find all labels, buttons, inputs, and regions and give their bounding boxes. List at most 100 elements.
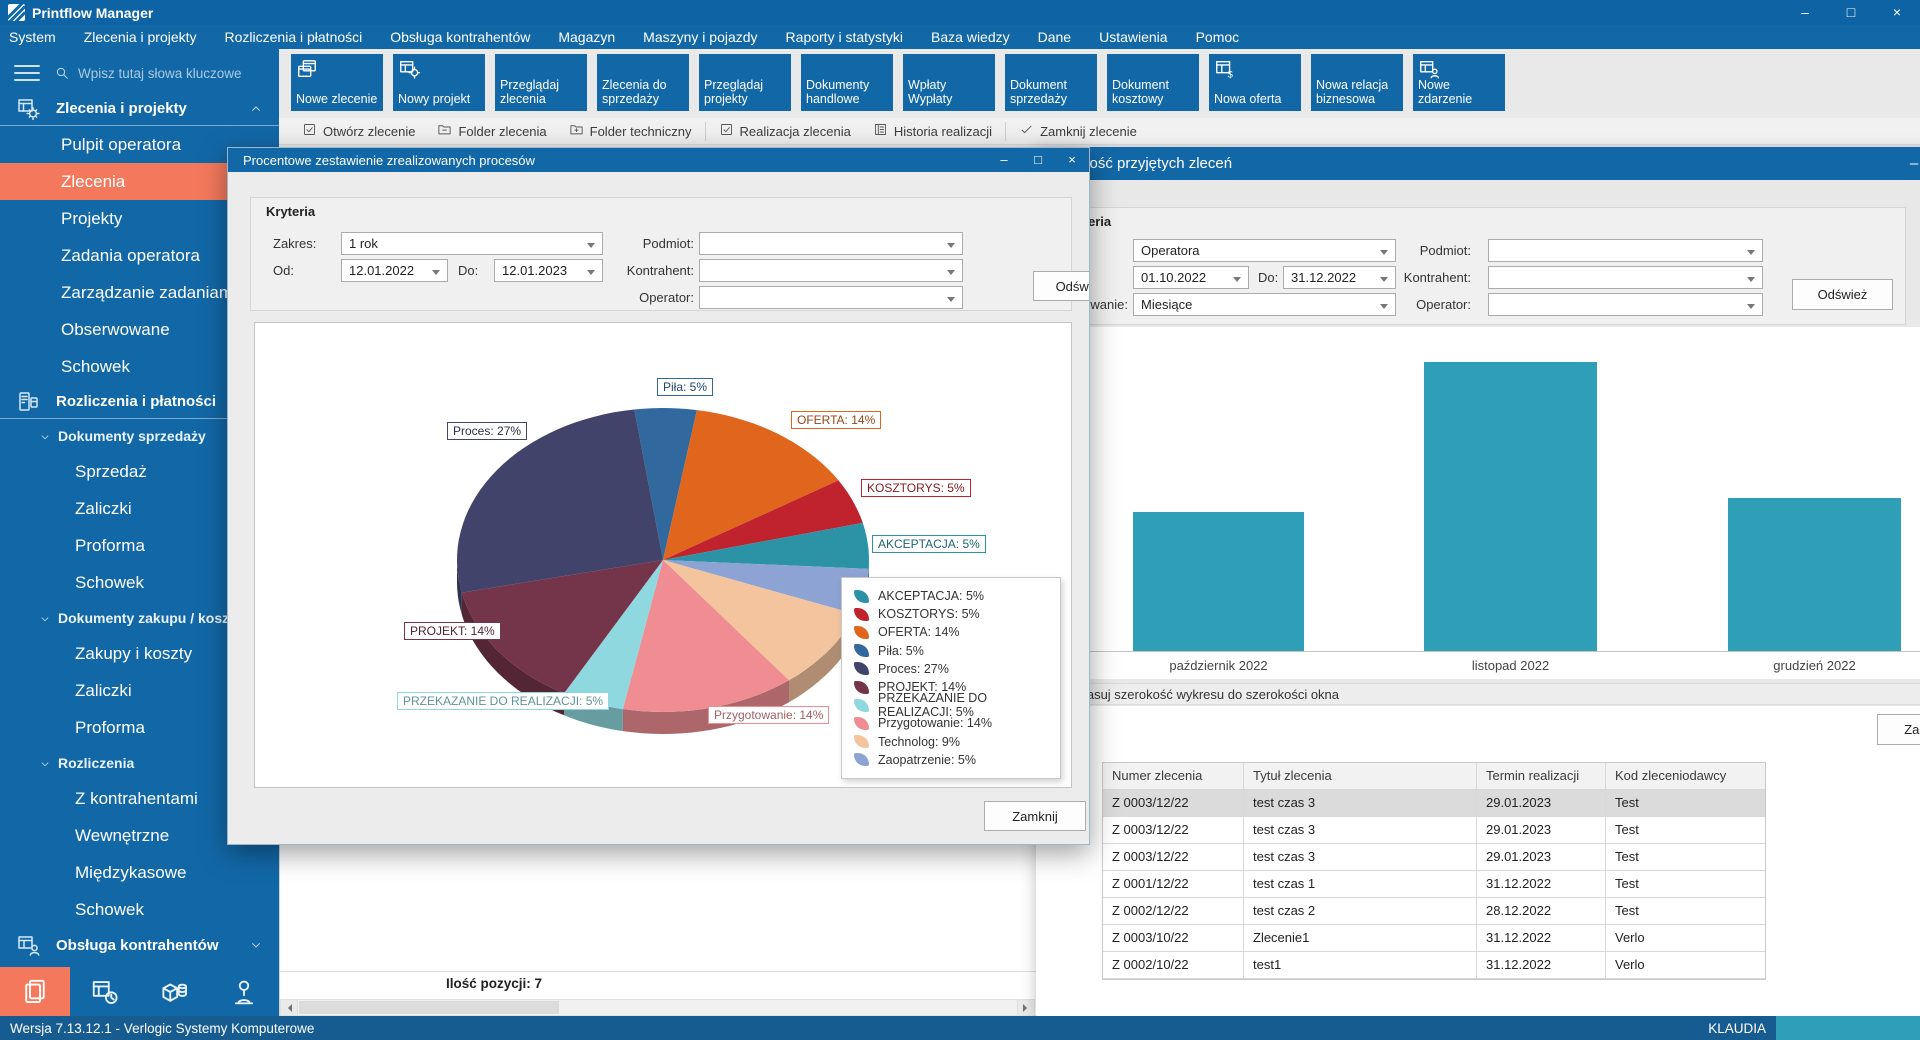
operator-dropdown[interactable] xyxy=(1488,293,1763,316)
legend-swatch xyxy=(854,717,869,730)
menu-item-magazyn[interactable]: Magazyn xyxy=(544,25,629,49)
grouping-dropdown[interactable]: Miesiące xyxy=(1133,293,1396,316)
menu-item-zlecenia-i-projekty[interactable]: Zlecenia i projekty xyxy=(70,25,211,49)
maximize-button[interactable]: □ xyxy=(1828,0,1874,25)
table-row[interactable]: Z 0003/10/22Zlecenie131.12.2022Verlo xyxy=(1103,925,1765,952)
minimize-button[interactable]: – xyxy=(1892,155,1920,172)
menu-item-rozliczenia-i-płatności[interactable]: Rozliczenia i płatności xyxy=(211,25,377,49)
action-realizacja-zlecenia[interactable]: Realizacja zlecenia xyxy=(708,118,862,145)
sidebar-item-schowek[interactable]: Schowek xyxy=(0,891,279,928)
close-button[interactable]: × xyxy=(1874,0,1920,25)
action-zamknij-zlecenie[interactable]: Zamknij zlecenie xyxy=(1008,118,1148,145)
scroll-left-button[interactable] xyxy=(281,1000,298,1015)
action-folder-zlecenia[interactable]: Folder zlecenia xyxy=(426,118,557,145)
sidebar-footer-warehouse-icon[interactable] xyxy=(140,967,210,1016)
search-input[interactable] xyxy=(78,66,248,81)
bar-chart-baseline xyxy=(1036,651,1920,652)
column-header[interactable]: Tytuł zlecenia xyxy=(1244,763,1477,790)
pie-label-przekazanie-do-realizacji: PRZEKAZANIE DO REALIZACJI: 5% xyxy=(397,692,609,710)
toolbar-button-nowy-projekt[interactable]: Nowy projekt xyxy=(393,54,485,111)
action-folder-techniczny[interactable]: Folder techniczny xyxy=(558,118,703,145)
date-from-picker[interactable]: 01.10.2022 xyxy=(1133,266,1249,289)
refresh-button[interactable]: Odśwież xyxy=(1792,279,1893,310)
action-otwórz-zlecenie[interactable]: Otwórz zlecenie xyxy=(291,118,426,145)
sidebar-item-międzykasowe[interactable]: Międzykasowe xyxy=(0,854,279,891)
toolbar-button-dokument-kosztowy[interactable]: Dokument kosztowy xyxy=(1107,54,1199,111)
menu-item-obsługa-kontrahentów[interactable]: Obsługa kontrahentów xyxy=(376,25,544,49)
toolbar-button-nowa-oferta[interactable]: $Nowa oferta xyxy=(1209,54,1301,111)
toolbar-button-przeglądaj-projekty[interactable]: Przeglądaj projekty xyxy=(699,54,791,111)
close-dialog-button[interactable]: Zamknij xyxy=(984,801,1086,831)
items-count-bar: Ilość pozycji: 7 xyxy=(280,971,1089,997)
sidebar-section-zlecenia-i-projekty[interactable]: Zlecenia i projekty xyxy=(0,92,279,126)
table-row[interactable]: Z 0002/10/22test131.12.2022Verlo xyxy=(1103,952,1765,979)
toolbar-button-dokument-sprzedaży[interactable]: Dokument sprzedaży xyxy=(1005,54,1097,111)
podmiot-dropdown[interactable] xyxy=(1488,239,1763,262)
legend-item: OFERTA: 14% xyxy=(854,623,1060,641)
table-cell: Test xyxy=(1606,844,1765,871)
bar-category-label: grudzień 2022 xyxy=(1728,658,1901,673)
menu-item-maszyny-i-pojazdy[interactable]: Maszyny i pojazdy xyxy=(629,25,771,49)
table-row[interactable]: Z 0003/12/22test czas 329.01.2023Test xyxy=(1103,817,1765,844)
sidebar-footer-documents-icon[interactable] xyxy=(0,967,70,1016)
fit-width-strip: Dopasuj szerokość wykresu do szerokości … xyxy=(1036,683,1920,705)
pie-label-proces: Proces: 27% xyxy=(447,422,527,440)
pie-label-oferta: OFERTA: 14% xyxy=(791,411,881,429)
toolbar-button-nowe-zlecenie[interactable]: Nowe zlecenie xyxy=(291,54,383,111)
horizontal-scrollbar[interactable] xyxy=(280,999,1035,1016)
table-cell: Test xyxy=(1606,871,1765,898)
chevron-down-icon xyxy=(39,612,51,624)
column-header[interactable]: Kod zleceniodawcy xyxy=(1606,763,1765,790)
date-to-picker[interactable]: 31.12.2022 xyxy=(1283,266,1396,289)
column-header[interactable]: Termin realizacji xyxy=(1477,763,1606,790)
table-cell: Z 0001/12/22 xyxy=(1103,871,1244,898)
table-row[interactable]: Z 0001/12/22test czas 131.12.2022Test xyxy=(1103,871,1765,898)
maximize-button[interactable]: □ xyxy=(1021,148,1055,172)
criteria-panel-title: Kryteria xyxy=(1047,208,1905,229)
table-row[interactable]: Z 0003/12/22test czas 329.01.2023Test xyxy=(1103,790,1765,817)
kontrahent-dropdown[interactable] xyxy=(1488,266,1763,289)
date-to-picker[interactable]: 12.01.2023 xyxy=(494,259,603,282)
sidebar-footer-presentation-icon[interactable] xyxy=(209,967,279,1016)
kontrahent-dropdown[interactable] xyxy=(699,259,963,282)
column-header[interactable]: Numer zlecenia xyxy=(1103,763,1244,790)
podmiot-dropdown[interactable] xyxy=(699,232,963,255)
payments-icon xyxy=(16,390,40,414)
menu-item-raporty-i-statystyki[interactable]: Raporty i statystyki xyxy=(772,25,917,49)
sidebar-footer-planning-icon[interactable] xyxy=(70,967,140,1016)
refresh-button[interactable]: Odśwież xyxy=(1033,271,1090,301)
menu-item-system[interactable]: System xyxy=(0,25,70,49)
menu-item-ustawienia[interactable]: Ustawienia xyxy=(1085,25,1181,49)
toolbar-button-wpłaty-wypłaty[interactable]: Wpłaty Wypłaty xyxy=(903,54,995,111)
scroll-right-button[interactable] xyxy=(1017,1000,1034,1015)
new-offer-icon: $ xyxy=(1214,58,1236,80)
table-cell: test1 xyxy=(1244,952,1477,979)
minimize-button[interactable]: – xyxy=(1782,0,1828,25)
toolbar-button-nowe-zdarzenie[interactable]: Nowe zdarzenie xyxy=(1413,54,1505,111)
table-cell: 29.01.2023 xyxy=(1477,790,1606,817)
toolbar-button-przeglądaj-zlecenia[interactable]: Przeglądaj zlecenia xyxy=(495,54,587,111)
legend-item: AKCEPTACJA: 5% xyxy=(854,587,1060,605)
zakres-dropdown[interactable]: 1 rok xyxy=(341,232,603,255)
folder-minus-icon xyxy=(437,122,452,140)
close-icon[interactable]: × xyxy=(1055,148,1089,172)
table-row[interactable]: Z 0003/12/22test czas 329.01.2023Test xyxy=(1103,844,1765,871)
hamburger-icon[interactable] xyxy=(14,60,40,86)
operator-dropdown[interactable] xyxy=(699,286,963,309)
toolbar-button-zlecenia-do-sprzedaży[interactable]: Zlecenia do sprzedaży xyxy=(597,54,689,111)
date-from-picker[interactable]: 12.01.2022 xyxy=(341,259,448,282)
action-historia-realizacji[interactable]: Historia realizacji xyxy=(862,118,1003,145)
menu-item-baza-wiedzy[interactable]: Baza wiedzy xyxy=(917,25,1024,49)
toolbar-button-dokumenty-handlowe[interactable]: Dokumenty handlowe xyxy=(801,54,893,111)
table-row[interactable]: Z 0002/12/22test czas 228.12.2022Test xyxy=(1103,898,1765,925)
close-window-button[interactable]: Zamknij xyxy=(1877,714,1920,745)
scrollbar-thumb[interactable] xyxy=(299,1001,559,1014)
report-mode-dropdown[interactable]: Operatora xyxy=(1133,239,1396,262)
minimize-button[interactable]: – xyxy=(987,148,1021,172)
toolbar-button-nowa-relacja-biznesowa[interactable]: Nowa relacja biznesowa xyxy=(1311,54,1403,111)
menu-item-dane[interactable]: Dane xyxy=(1024,25,1085,49)
sidebar-section-obsługa-kontrahentów[interactable]: Obsługa kontrahentów xyxy=(0,928,279,962)
legend-swatch xyxy=(854,753,869,766)
legend-item: Proces: 27% xyxy=(854,660,1060,678)
menu-item-pomoc[interactable]: Pomoc xyxy=(1182,25,1254,49)
